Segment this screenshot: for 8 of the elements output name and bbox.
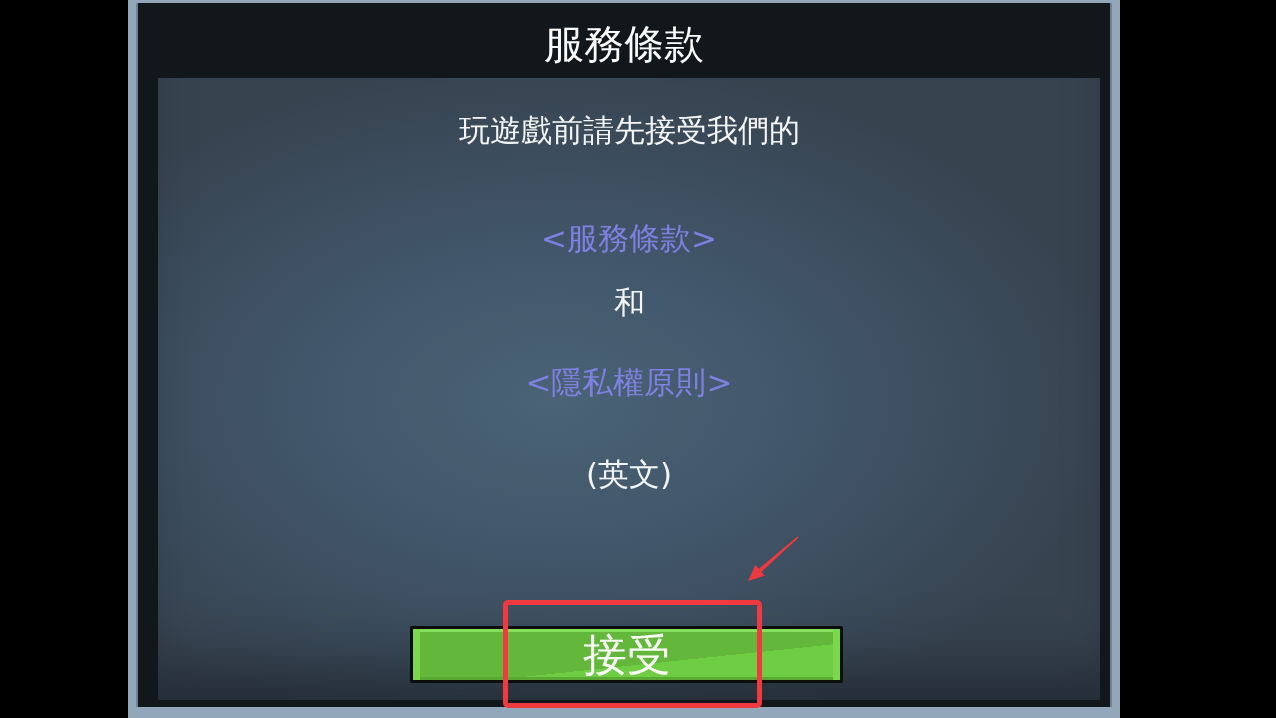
accept-button[interactable]: 接受	[410, 626, 843, 683]
message-text: 玩遊戲前請先接受我們的	[458, 111, 800, 150]
dialog-title: 服務條款	[544, 19, 704, 68]
message-text: 和	[613, 283, 645, 322]
policy-link[interactable]: <服務條款>	[541, 218, 717, 258]
message-text: (英文)	[585, 455, 673, 494]
policy-link[interactable]: <隱私權原則>	[525, 362, 733, 402]
arrow-icon	[746, 534, 800, 583]
